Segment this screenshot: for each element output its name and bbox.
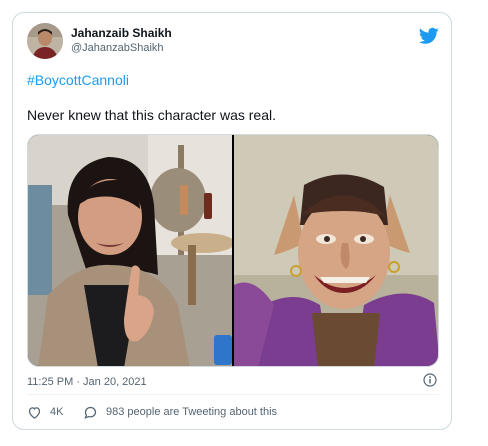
author-display-name[interactable]: Jahanzaib Shaikh <box>71 25 172 41</box>
tweet-timestamp[interactable]: 11:25 PM · Jan 20, 2021 <box>27 375 147 389</box>
heart-icon <box>27 405 42 420</box>
tweeting-about-text: 983 people are Tweeting about this <box>106 406 278 418</box>
hashtag-link[interactable]: #BoycottCannoli <box>27 71 129 89</box>
author-handle[interactable]: @JahanzabShaikh <box>71 41 172 55</box>
user-block: Jahanzaib Shaikh @JahanzabShaikh <box>71 25 172 55</box>
twitter-bird-icon[interactable] <box>419 27 439 45</box>
avatar[interactable] <box>27 23 63 59</box>
media-photo-character[interactable] <box>234 135 438 366</box>
tweet-card: Jahanzaib Shaikh @JahanzabShaikh #Boycot… <box>12 12 452 430</box>
like-count: 4K <box>50 406 64 418</box>
tweet-media[interactable] <box>27 134 439 367</box>
tweet-header: Jahanzaib Shaikh @JahanzabShaikh <box>27 23 439 63</box>
divider <box>27 394 439 395</box>
like-button[interactable]: 4K <box>27 404 63 420</box>
info-icon[interactable] <box>423 373 437 387</box>
tweet-text: Never knew that this character was real. <box>27 107 276 123</box>
tweeting-about-link[interactable]: 983 people are Tweeting about this <box>83 404 277 420</box>
speech-bubble-icon <box>83 405 98 420</box>
tweet-actions: 4K 983 people are Tweeting about this <box>27 404 439 420</box>
media-photo-woman[interactable] <box>28 135 232 366</box>
